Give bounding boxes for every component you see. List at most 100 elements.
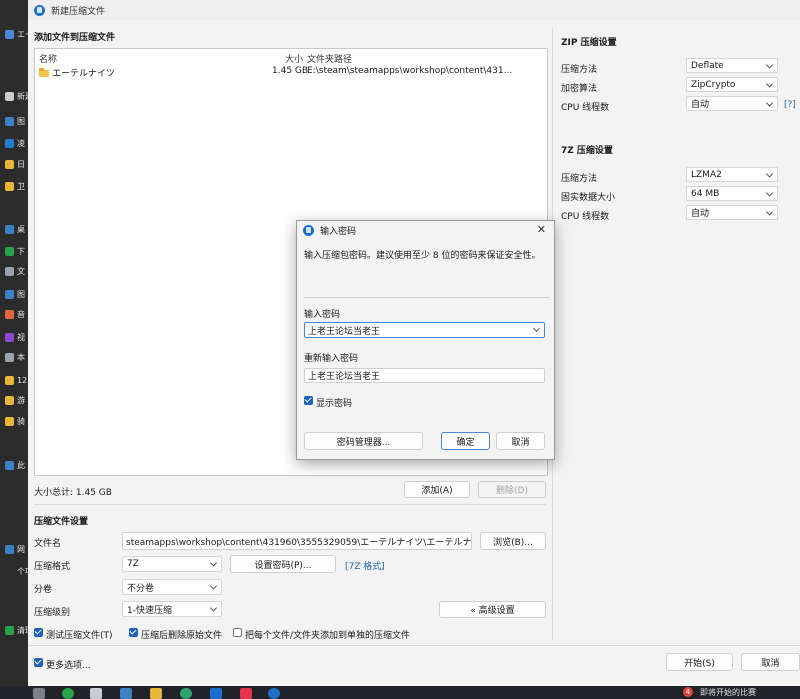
desktop-item-label: 此	[17, 460, 25, 470]
desktop-item-icon	[5, 352, 14, 362]
divider	[28, 645, 800, 646]
taskbar-app-icon[interactable]	[210, 688, 222, 699]
test-archive-label: 测试压缩文件(T)	[46, 631, 113, 641]
archive-settings-title: 压缩文件设置	[34, 517, 89, 527]
level-select[interactable]: 1-快速压缩	[122, 601, 222, 617]
desktop-item-label: 骑	[17, 416, 25, 426]
zip-encrypt-select[interactable]: ZipCrypto	[686, 77, 778, 92]
desktop-item-icon	[5, 91, 14, 101]
close-icon[interactable]: ✕	[537, 223, 546, 236]
desktop-item-icon	[5, 375, 14, 385]
desktop-item[interactable]: 网	[0, 541, 28, 557]
row-name-cell: エーテルナイツ	[39, 66, 115, 79]
notification-text[interactable]: 即将开始的比赛	[700, 687, 756, 698]
desktop-item[interactable]: 骑	[0, 413, 28, 429]
ok-button[interactable]: 确定	[441, 432, 490, 450]
desktop-item[interactable]: エー	[0, 26, 28, 42]
desktop-item[interactable]: 视	[0, 329, 28, 345]
show-password-checkbox[interactable]	[304, 396, 313, 405]
desktop-item[interactable]: 音	[0, 306, 28, 322]
desktop-item-label: 卫	[17, 181, 25, 191]
delete-button[interactable]: 删除(D)	[478, 481, 546, 498]
desktop-item-label: 桌	[17, 224, 25, 234]
desktop-sidebar: エー新建图凌日卫桌下文图音视本12游骑此网个项目清理PC	[0, 0, 28, 686]
mail-icon[interactable]	[90, 688, 102, 699]
desktop-item[interactable]: 下	[0, 243, 28, 259]
dialog-cancel-button[interactable]: 取消	[496, 432, 545, 450]
7z-cpu-value: 自动	[691, 209, 710, 219]
desktop-item[interactable]: 日	[0, 156, 28, 172]
desktop-item-label: 新建	[17, 91, 28, 101]
zip-method-select[interactable]: Deflate	[686, 58, 778, 73]
desktop-item[interactable]: 图	[0, 286, 28, 302]
confirm-password-value: 上老王论坛当老王	[308, 372, 381, 382]
desktop-item-icon	[5, 460, 14, 470]
set-password-button[interactable]: 设置密码(P)...	[230, 555, 336, 573]
taskbar-app-icon[interactable]	[120, 688, 132, 699]
browse-button[interactable]: 浏览(B)...	[480, 532, 546, 550]
delete-after-label: 压缩后删除原始文件	[141, 631, 223, 641]
desktop-item[interactable]: 新建	[0, 88, 28, 104]
filename-input[interactable]: steamapps\workshop\content\431960\355532…	[122, 532, 472, 550]
notification-badge[interactable]: 4	[683, 687, 693, 697]
delete-after-checkbox[interactable]	[129, 628, 138, 637]
desktop-item[interactable]: 本	[0, 349, 28, 365]
folder-icon[interactable]	[150, 688, 162, 699]
desktop-item-label: 图	[17, 116, 25, 126]
password-manager-button[interactable]: 密码管理器...	[304, 432, 423, 450]
test-archive-checkbox[interactable]	[34, 628, 43, 637]
table-row[interactable]: エーテルナイツ 1.45 GB E:\steam\steamapps\works…	[37, 65, 543, 79]
desktop-item-label: 文	[17, 266, 25, 276]
confirm-password-input[interactable]: 上老王论坛当老王	[304, 368, 545, 383]
confirm-password-label: 重新输入密码	[304, 354, 359, 364]
format-link[interactable]: [7Z 格式]	[345, 559, 385, 572]
advanced-settings-button[interactable]: « 高级设置	[439, 601, 546, 618]
column-header-path[interactable]: 文件夹路径	[307, 52, 352, 65]
column-header-size[interactable]: 大小	[285, 52, 303, 65]
desktop-item-icon	[5, 566, 14, 576]
format-select[interactable]: 7Z	[122, 556, 222, 572]
taskbar-app-icon[interactable]	[240, 688, 252, 699]
more-options-checkbox[interactable]	[34, 658, 43, 667]
7z-method-select[interactable]: LZMA2	[686, 167, 778, 182]
desktop-item[interactable]: 此	[0, 457, 28, 473]
help-link[interactable]: [?]	[784, 100, 796, 110]
zip-cpu-select[interactable]: 自动	[686, 96, 778, 111]
filename-value: steamapps\workshop\content\431960\355532…	[126, 537, 472, 548]
desktop-item-icon	[5, 289, 14, 299]
desktop-item[interactable]: 凌	[0, 135, 28, 151]
taskbar-app-icon[interactable]	[33, 688, 45, 699]
desktop-item[interactable]: 卫	[0, 178, 28, 194]
chevron-down-icon	[765, 98, 774, 107]
total-size: 大小总计: 1.45 GB	[34, 488, 112, 498]
dialog-title: 输入密码	[320, 226, 357, 237]
start-button[interactable]: 开始(S)	[666, 653, 733, 671]
desktop-item[interactable]: 文	[0, 263, 28, 279]
file-name: エーテルナイツ	[52, 69, 116, 79]
desktop-item-label: 日	[17, 159, 25, 169]
desktop-item[interactable]: 桌	[0, 221, 28, 237]
desktop-item[interactable]: 图	[0, 113, 28, 129]
desktop-item[interactable]: 清理PC	[0, 622, 28, 638]
cancel-button[interactable]: 取消	[741, 653, 800, 671]
password-input[interactable]: 上老王论坛当老王	[304, 322, 545, 338]
chevron-down-icon[interactable]	[532, 325, 541, 333]
7z-solid-select[interactable]: 64 MB	[686, 186, 778, 201]
desktop-item-label: 12	[17, 375, 28, 385]
separate-archives-checkbox[interactable]	[233, 628, 242, 637]
desktop-item[interactable]: 个项目	[0, 563, 28, 579]
desktop-item[interactable]: 12	[0, 372, 28, 388]
archiver-icon[interactable]	[268, 688, 280, 699]
chevron-down-icon	[209, 559, 218, 567]
split-select[interactable]: 不分卷	[122, 579, 222, 595]
desktop-item[interactable]: 游	[0, 392, 28, 408]
add-button[interactable]: 添加(A)	[404, 481, 470, 498]
desktop-item-label: 清理PC	[17, 625, 28, 635]
desktop-item-icon	[5, 29, 14, 39]
password-value: 上老王论坛当老王	[308, 326, 381, 337]
7z-cpu-select[interactable]: 自动	[686, 205, 778, 220]
browser-icon[interactable]	[180, 688, 192, 699]
taskbar-app-icon[interactable]	[62, 688, 74, 699]
column-header-name[interactable]: 名称	[39, 52, 57, 65]
chevron-down-icon	[765, 60, 774, 69]
